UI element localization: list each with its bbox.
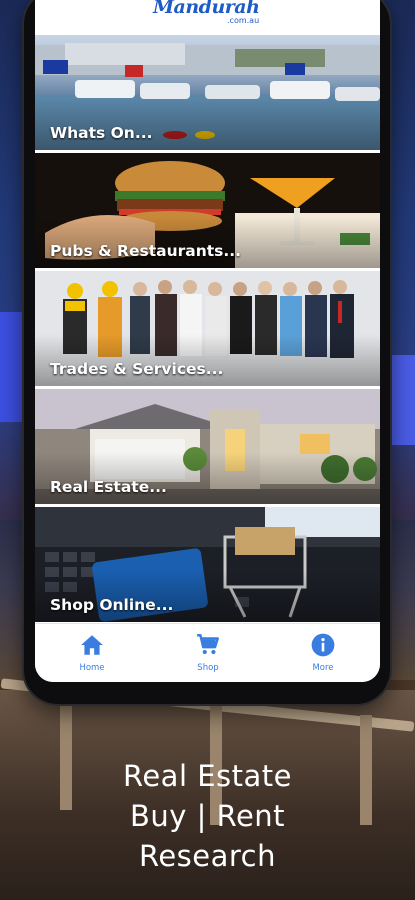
tab-shop[interactable]: Shop: [168, 632, 248, 673]
category-list: Whats On... Pubs & Restaurants... Trades…: [35, 35, 380, 625]
cart-icon: [197, 634, 219, 655]
tab-home[interactable]: Home: [52, 632, 132, 673]
tile-shop-online[interactable]: Shop Online...: [35, 507, 380, 622]
background-building-light-right: [387, 355, 415, 445]
app-screen: Mandurah .com.au Whats On... Pubs & Rest…: [35, 0, 380, 682]
tab-more-label: More: [312, 663, 334, 673]
promo-line-1: Real Estate: [122, 759, 293, 793]
tab-shop-label: Shop: [197, 663, 219, 673]
tile-label-pubs-restaurants: Pubs & Restaurants...: [50, 242, 242, 260]
tile-label-shop-online: Shop Online...: [50, 596, 174, 614]
promo-caption: Real Estate Buy | Rent Research: [0, 756, 415, 876]
info-icon: [311, 633, 335, 657]
app-logo[interactable]: Mandurah .com.au: [153, 0, 263, 32]
tile-label-trades-services: Trades & Services...: [50, 360, 224, 378]
bottom-tab-bar: Home Shop More: [35, 623, 380, 682]
logo-subtext: .com.au: [227, 16, 260, 25]
tile-trades-services[interactable]: Trades & Services...: [35, 271, 380, 386]
promo-line-2: Buy | Rent: [129, 799, 286, 833]
tile-pubs-restaurants[interactable]: Pubs & Restaurants...: [35, 153, 380, 268]
tile-label-whats-on: Whats On...: [50, 124, 153, 142]
promo-line-3: Research: [138, 839, 277, 873]
app-header: Mandurah .com.au: [35, 0, 380, 35]
tile-label-real-estate: Real Estate...: [50, 478, 167, 496]
tile-whats-on[interactable]: Whats On...: [35, 35, 380, 150]
tab-more[interactable]: More: [283, 632, 363, 673]
home-icon: [81, 635, 103, 655]
tab-home-label: Home: [79, 663, 105, 673]
tile-real-estate[interactable]: Real Estate...: [35, 389, 380, 504]
